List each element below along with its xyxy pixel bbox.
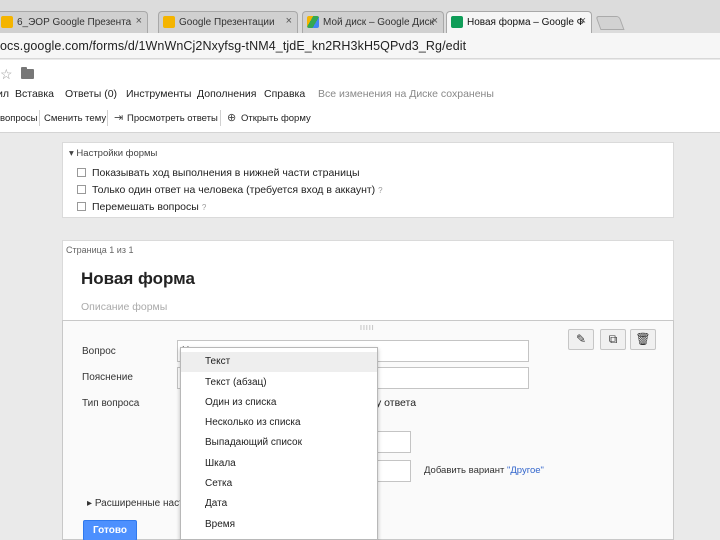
help-icon[interactable]: ? xyxy=(378,186,382,195)
type-option-dropdown-list[interactable]: Выпадающий список xyxy=(181,433,377,453)
checkbox[interactable] xyxy=(77,185,86,194)
advanced-settings-toggle[interactable]: ▸ Расширенные наст xyxy=(87,498,184,509)
star-icon[interactable]: ☆ xyxy=(0,66,13,83)
type-option-scale[interactable]: Шкала xyxy=(181,454,377,474)
close-icon[interactable]: × xyxy=(580,15,586,27)
add-other-option: Добавить вариант "Другое" xyxy=(424,465,544,476)
setting-label: Только один ответ на человека (требуется… xyxy=(92,184,376,196)
form-settings-panel: ▾ Настройки формы Показывать ход выполне… xyxy=(62,142,674,218)
edit-button[interactable]: ✎ xyxy=(568,329,594,350)
delete-button[interactable]: 🗑 xyxy=(630,329,656,350)
tab-label: 6_ЭОР Google Презента xyxy=(17,17,132,28)
close-icon[interactable]: × xyxy=(136,15,142,27)
folder-icon[interactable] xyxy=(21,67,34,79)
menu-item-insert[interactable]: Вставка xyxy=(15,88,54,100)
checkbox[interactable] xyxy=(77,202,86,211)
form-title[interactable]: Новая форма xyxy=(81,269,195,289)
save-status: Все изменения на Диске сохранены xyxy=(318,88,494,100)
globe-icon: ⊕ xyxy=(227,112,237,124)
type-option-multiple-choice[interactable]: Один из списка xyxy=(181,393,377,413)
type-option-checkboxes[interactable]: Несколько из списка xyxy=(181,413,377,433)
forms-icon xyxy=(451,16,463,28)
tab-label: Новая форма – Google Ф xyxy=(467,17,585,28)
add-other-prefix: Добавить вариант xyxy=(424,465,507,476)
checkbox[interactable] xyxy=(77,168,86,177)
add-other-link[interactable]: "Другое" xyxy=(507,465,544,476)
view-responses-icon: ⇥ xyxy=(114,112,124,124)
duplicate-icon: ⧉ xyxy=(608,332,618,346)
browser-tab-new-form[interactable]: Новая форма – Google Ф × xyxy=(446,11,592,33)
menu-item-help[interactable]: Справка xyxy=(264,88,305,100)
question-type-label: Тип вопроса xyxy=(82,398,140,409)
settings-title: Настройки формы xyxy=(76,148,158,159)
setting-shuffle-questions[interactable]: Перемешать вопросы? xyxy=(77,201,206,213)
type-option-text[interactable]: Текст xyxy=(181,352,377,372)
tab-label: Мой диск – Google Диск xyxy=(323,17,435,28)
duplicate-button[interactable]: ⧉ xyxy=(600,329,626,350)
tab-label: Google Презентации xyxy=(179,17,275,28)
setting-label: Перемешать вопросы xyxy=(92,201,199,213)
drag-handle[interactable]: IIIII xyxy=(360,325,375,332)
help-icon[interactable]: ? xyxy=(202,203,206,212)
browser-tab-strip: 6_ЭОР Google Презента × Google Презентац… xyxy=(0,0,720,33)
address-bar[interactable]: ocs.google.com/forms/d/1WnWnCj2Nxyfsg-tN… xyxy=(0,33,720,59)
toolbar-divider xyxy=(39,110,40,126)
question-label: Вопрос xyxy=(82,346,116,357)
triangle-right-icon: ▸ xyxy=(87,498,93,509)
page-count: Страница 1 из 1 xyxy=(66,245,134,255)
add-question-button[interactable]: вопросы xyxy=(0,113,38,124)
close-icon[interactable]: × xyxy=(286,15,292,27)
setting-one-response[interactable]: Только один ответ на человека (требуется… xyxy=(77,184,383,196)
change-theme-button[interactable]: Сменить тему xyxy=(44,113,106,124)
new-tab-button[interactable] xyxy=(595,16,625,30)
type-option-paragraph[interactable]: Текст (абзац) xyxy=(181,373,377,393)
forms-header: ☆ ил Вставка Ответы (0) Инструменты Допо… xyxy=(0,60,720,133)
slides-icon xyxy=(1,16,13,28)
open-form-button[interactable]: Открыть форму xyxy=(241,113,311,124)
setting-label: Показывать ход выполнения в нижней части… xyxy=(92,167,360,179)
pencil-icon: ✎ xyxy=(575,332,587,346)
trash-icon: 🗑 xyxy=(635,332,651,346)
settings-header[interactable]: ▾ Настройки формы xyxy=(69,148,157,159)
advanced-settings-label: Расширенные наст xyxy=(94,498,184,509)
toolbar-divider xyxy=(107,110,108,126)
browser-tab-drive[interactable]: Мой диск – Google Диск × xyxy=(302,11,444,33)
form-description[interactable]: Описание формы xyxy=(81,301,167,313)
menu-item-file[interactable]: ил xyxy=(0,88,9,100)
drive-icon xyxy=(307,16,319,28)
menu-item-responses[interactable]: Ответы (0) xyxy=(65,88,117,100)
triangle-down-icon: ▾ xyxy=(69,148,74,159)
menu-item-tools[interactable]: Инструменты xyxy=(126,88,191,100)
form-header-card: Страница 1 из 1 Новая форма Описание фор… xyxy=(62,240,674,320)
type-hint-text: у ответа xyxy=(376,397,417,409)
option-input[interactable] xyxy=(373,460,411,482)
setting-progress-bar[interactable]: Показывать ход выполнения в нижней части… xyxy=(77,167,360,179)
type-option-date[interactable]: Дата xyxy=(181,494,377,514)
type-option-time[interactable]: Время xyxy=(181,515,377,535)
view-responses-button[interactable]: Просмотреть ответы xyxy=(127,113,218,124)
slides-icon xyxy=(163,16,175,28)
done-button[interactable]: Готово xyxy=(83,520,137,540)
browser-tab-slides[interactable]: Google Презентации × xyxy=(158,11,298,33)
menu-item-addons[interactable]: Дополнения xyxy=(197,88,256,100)
help-text-label: Пояснение xyxy=(82,372,133,383)
option-input[interactable] xyxy=(373,431,411,453)
browser-tab-eor[interactable]: 6_ЭОР Google Презента × xyxy=(0,11,148,33)
toolbar-divider xyxy=(220,110,221,126)
url-text: ocs.google.com/forms/d/1WnWnCj2Nxyfsg-tN… xyxy=(0,39,467,53)
close-icon[interactable]: × xyxy=(432,15,438,27)
question-type-dropdown: Текст Текст (абзац) Один из списка Неско… xyxy=(180,347,378,540)
type-option-grid[interactable]: Сетка xyxy=(181,474,377,494)
